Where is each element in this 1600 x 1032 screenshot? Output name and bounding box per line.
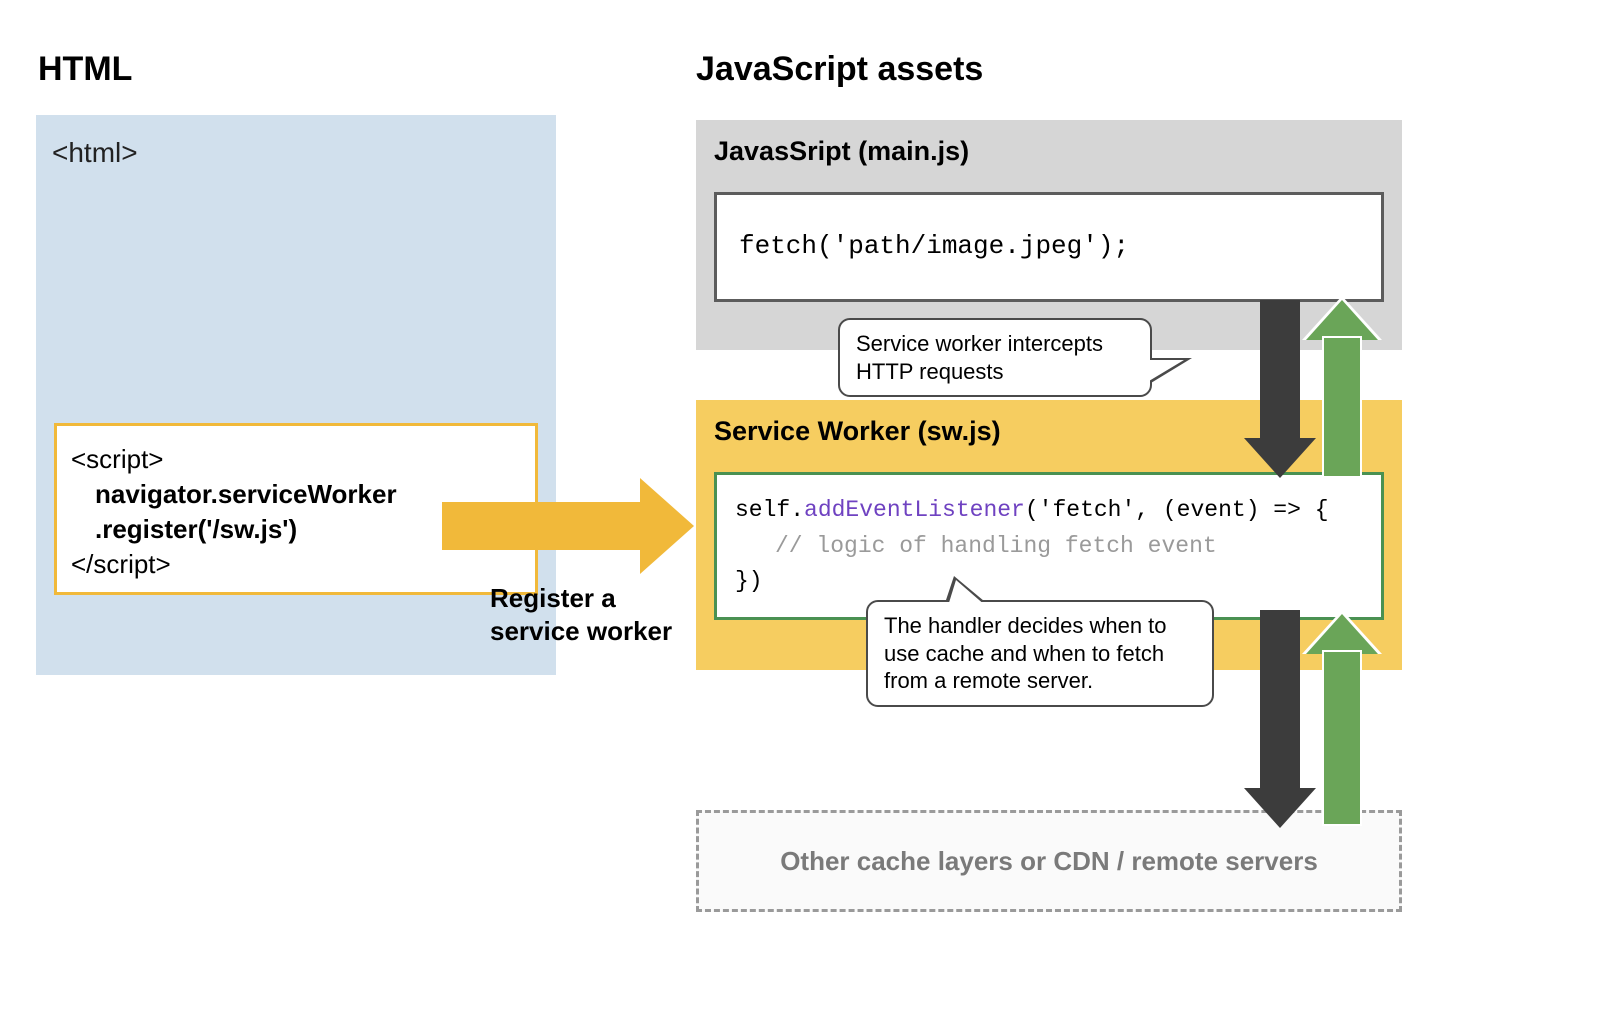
sw-code-args: ('fetch', (event) => { [1025,497,1329,523]
arrow-down-2-shaft-icon [1260,610,1300,788]
register-arrow-label: Register a service worker [490,582,690,647]
heading-html: HTML [38,50,132,89]
register-arrow-body [442,502,642,550]
speech-handler-tail-fill-icon [948,580,986,606]
arrow-down-1-shaft-icon [1260,300,1300,438]
html-open-tag: <html> [52,137,138,169]
html-panel: <html> <script> navigator.serviceWorker … [36,115,556,675]
javascript-panel-title: JavasSript (main.js) [714,136,969,167]
sw-code-listener: addEventListener [804,497,1025,523]
sw-code-close: }) [735,564,1363,600]
arrow-up-1-head-icon [1306,300,1378,340]
service-worker-title: Service Worker (sw.js) [714,416,1001,447]
sw-code-comment: // logic of handling fetch event [735,529,1363,565]
arrow-down-1-head-icon [1244,438,1316,478]
fetch-code-box: fetch('path/image.jpeg'); [714,192,1384,302]
arrow-up-2-head-icon [1306,614,1378,654]
heading-js-assets: JavaScript assets [696,50,983,89]
arrow-up-2-shaft-icon [1322,650,1362,826]
diagram-canvas: HTML JavaScript assets <html> <script> n… [0,0,1600,1032]
speech-handler: The handler decides when to use cache an… [866,600,1214,707]
speech-intercepts-tail-fill-icon [1144,360,1184,384]
script-close-tag: </script> [71,547,521,582]
service-worker-code-box: self.addEventListener('fetch', (event) =… [714,472,1384,620]
arrow-down-2-head-icon [1244,788,1316,828]
speech-intercepts: Service worker intercepts HTTP requests [838,318,1152,397]
register-arrow-head-icon [640,478,694,574]
script-open-tag: <script> [71,442,521,477]
arrow-up-1-shaft-icon [1322,336,1362,478]
sw-code-prefix: self. [735,497,804,523]
sw-code-line-1: self.addEventListener('fetch', (event) =… [735,493,1363,529]
